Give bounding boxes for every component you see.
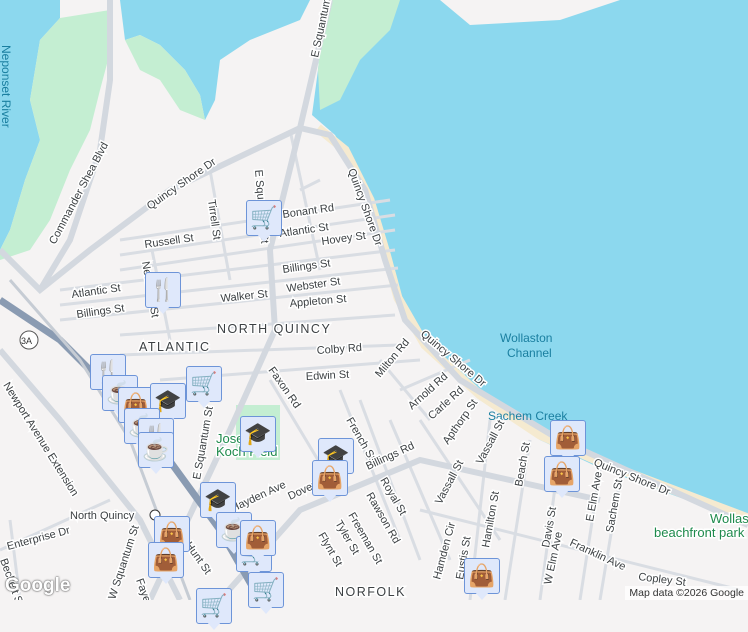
poi-marker-shopping-bag[interactable]: 👜 bbox=[544, 456, 580, 500]
area-label: ATLANTIC bbox=[139, 340, 211, 354]
water-label: Channel bbox=[507, 346, 552, 360]
shopping-cart-icon: 🛒 bbox=[196, 588, 232, 624]
restaurant-icon: 🍴 bbox=[145, 272, 181, 308]
shopping-bag-icon: 👜 bbox=[544, 456, 580, 492]
park-label: beachfront park bbox=[654, 525, 745, 540]
poi-marker-restaurant[interactable]: 🍴 bbox=[145, 272, 181, 316]
marker-pointer bbox=[256, 233, 272, 242]
school-icon: 🎓 bbox=[240, 416, 276, 452]
marker-pointer bbox=[206, 621, 222, 630]
shopping-bag-icon: 👜 bbox=[464, 558, 500, 594]
coffee-icon: ☕ bbox=[138, 432, 174, 468]
marker-pointer bbox=[155, 305, 171, 314]
area-label: NORTH QUINCY bbox=[217, 322, 331, 336]
poi-marker-shopping-bag[interactable]: 👜 bbox=[312, 460, 348, 504]
marker-pointer bbox=[322, 493, 338, 502]
poi-marker-school[interactable]: 🎓 bbox=[240, 416, 276, 460]
google-logo: Google bbox=[5, 575, 71, 596]
poi-marker-shopping-cart[interactable]: 🛒 bbox=[246, 200, 282, 244]
poi-marker-shopping-bag[interactable]: 👜 bbox=[464, 558, 500, 602]
poi-marker-shopping-bag[interactable]: 👜 bbox=[148, 542, 184, 586]
poi-marker-shopping-cart[interactable]: 🛒 bbox=[248, 572, 284, 616]
shopping-bag-icon: 👜 bbox=[240, 520, 276, 556]
area-label: NORFOLK bbox=[335, 585, 406, 599]
poi-marker-shopping-cart[interactable]: 🛒 bbox=[196, 588, 232, 632]
transit-station-label[interactable]: North Quincy bbox=[69, 509, 137, 524]
poi-marker-coffee[interactable]: ☕ bbox=[138, 432, 174, 476]
shopping-bag-icon: 👜 bbox=[550, 420, 586, 456]
shopping-bag-icon: 👜 bbox=[312, 460, 348, 496]
park-label: Wollaston bbox=[710, 511, 748, 526]
marker-pointer bbox=[148, 465, 164, 474]
map-attribution[interactable]: Map data ©2026 Google bbox=[625, 586, 748, 600]
marker-pointer bbox=[250, 449, 266, 458]
water-label: Neponset River bbox=[0, 45, 13, 128]
shopping-bag-icon: 👜 bbox=[148, 542, 184, 578]
water-label: Wollaston bbox=[500, 331, 552, 345]
shopping-cart-icon: 🛒 bbox=[246, 200, 282, 236]
marker-pointer bbox=[258, 605, 274, 614]
marker-pointer bbox=[196, 399, 212, 408]
shopping-cart-icon: 🛒 bbox=[248, 572, 284, 608]
marker-pointer bbox=[474, 591, 490, 600]
marker-pointer bbox=[554, 489, 570, 498]
map-canvas[interactable]: Neponset River Wollaston Channel Sachem … bbox=[0, 0, 748, 600]
poi-marker-shopping-bag[interactable]: 👜 bbox=[240, 520, 276, 564]
marker-pointer bbox=[250, 553, 266, 562]
street-label: Edwin St bbox=[306, 369, 350, 383]
marker-pointer bbox=[158, 575, 174, 584]
shopping-cart-icon: 🛒 bbox=[186, 366, 222, 402]
route-shield-label: 3A bbox=[21, 336, 32, 346]
poi-marker-shopping-cart[interactable]: 🛒 bbox=[186, 366, 222, 410]
